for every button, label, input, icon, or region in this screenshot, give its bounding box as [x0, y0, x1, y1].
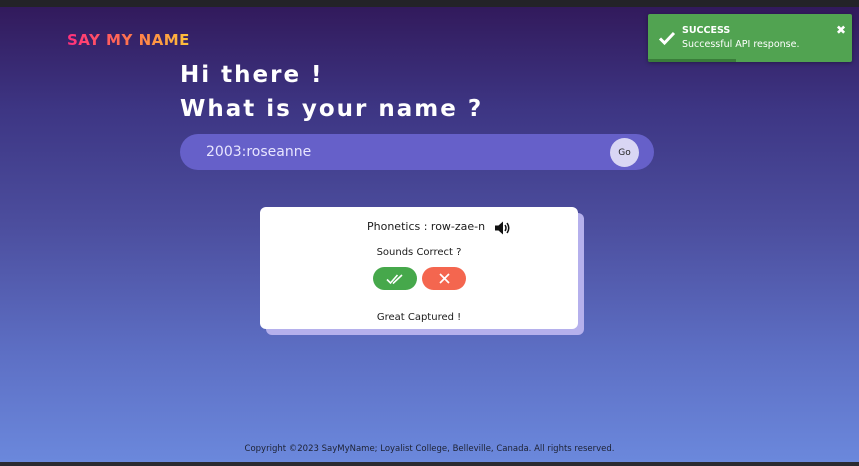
incorrect-button[interactable] [422, 267, 466, 290]
toast-title: SUCCESS [682, 25, 731, 36]
double-check-icon [386, 273, 403, 284]
toast-message: Successful API response. [682, 39, 800, 50]
phonetics-text: Phonetics : row-zae-n [367, 220, 486, 233]
toast-progress-bar [648, 59, 852, 62]
correct-button[interactable] [373, 267, 417, 290]
window-bottom-bar [0, 462, 859, 466]
captured-message: Great Captured ! [376, 312, 462, 323]
success-toast[interactable]: SUCCESS Successful API response. ✖ [648, 14, 852, 62]
close-icon [438, 273, 450, 284]
speaker-icon[interactable] [494, 220, 512, 236]
sounds-correct-prompt: Sounds Correct ? [376, 247, 462, 258]
greeting-line: Hi there ! [180, 62, 324, 88]
go-button[interactable]: Go [610, 138, 639, 167]
check-icon [658, 31, 676, 46]
result-card: Phonetics : row-zae-n Sounds Correct ? G… [260, 207, 578, 329]
name-search-bar: Go [180, 134, 654, 170]
brand-logo[interactable]: SAY MY NAME [67, 31, 190, 49]
toast-progress-fill [648, 59, 736, 62]
name-question: What is your name ? [180, 96, 484, 122]
window-top-bar [0, 0, 859, 7]
footer-copyright: Copyright ©2023 SayMyName; Loyalist Coll… [244, 444, 615, 454]
toast-close-button[interactable]: ✖ [836, 23, 846, 37]
name-input[interactable] [206, 134, 606, 170]
